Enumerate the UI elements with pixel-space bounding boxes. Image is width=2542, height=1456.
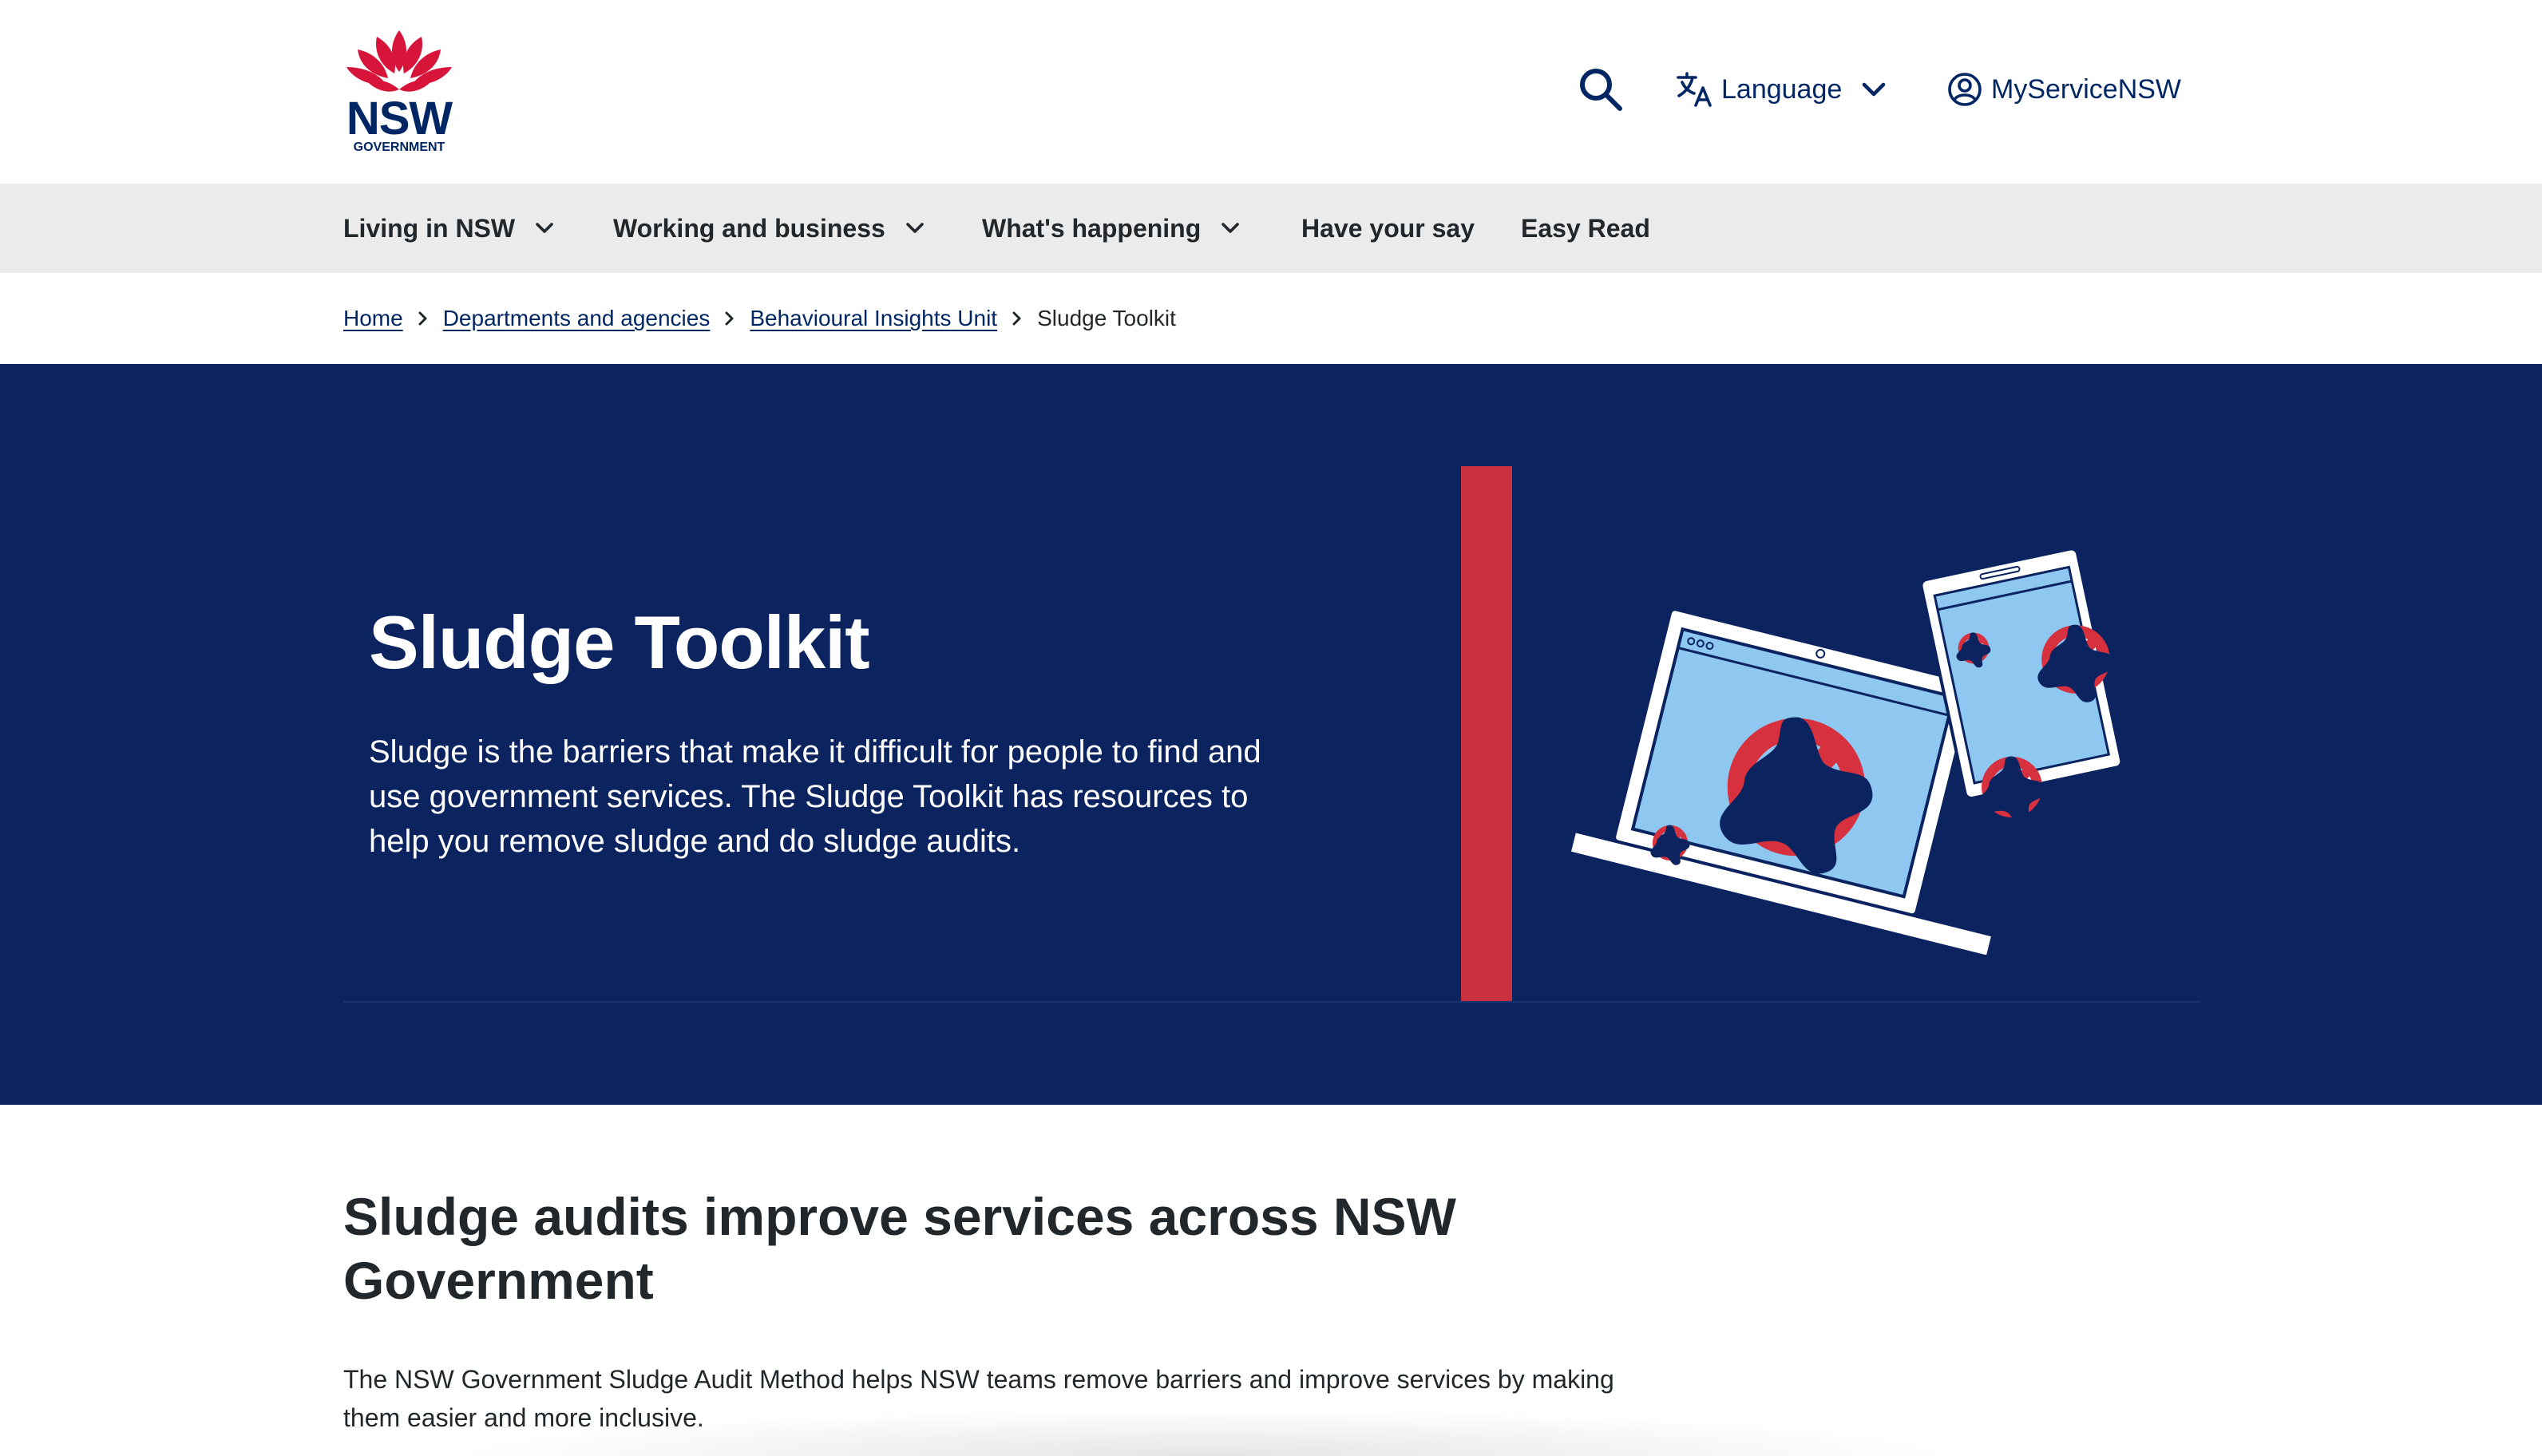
main-content: Sludge audits improve services across NS… [0,1105,2542,1456]
waratah-icon [346,30,452,92]
search-button[interactable] [1574,64,1627,115]
nav-item-label: What's happening [982,213,1202,243]
nav-item-label: Have your say [1301,213,1475,243]
primary-navigation: Living in NSW Working and business What'… [0,184,2542,273]
hero-intro: Sludge is the barriers that make it diff… [369,734,1261,859]
translate-icon [1677,72,1712,107]
nav-item-whats-happening[interactable]: What's happening [982,184,1242,273]
nsw-government-logo[interactable]: NSW GOVERNMENT [342,27,457,155]
chevron-down-icon [1222,223,1240,233]
myservicensw-link[interactable]: MyServiceNSW [1946,64,2181,115]
chevron-right-icon [721,310,738,327]
breadcrumb: Home Departments and agencies Behavioura… [0,273,2542,364]
breadcrumb-current: Sludge Toolkit [1037,306,1176,330]
nav-item-living-in-nsw[interactable]: Living in NSW [343,184,556,273]
user-account-icon [1948,73,1982,106]
sludge-blocked-devices-illustration [1567,547,2124,955]
breadcrumb-departments-and-agencies[interactable]: Departments and agencies [443,306,711,331]
search-icon [1580,69,1622,111]
chevron-right-icon [414,310,432,327]
chevron-down-icon [1863,82,1886,97]
nav-item-label: Living in NSW [343,213,516,243]
chevron-down-icon [536,223,553,233]
card-shadow [447,1408,1964,1456]
hero-accent-bar [1461,466,1512,1001]
hero-divider [343,1001,2200,1003]
nav-item-working-and-business[interactable]: Working and business [613,184,927,273]
logo-subtext: GOVERNMENT [353,140,445,154]
breadcrumb-home[interactable]: Home [343,306,403,331]
nav-item-easy-read[interactable]: Easy Read [1521,184,1650,273]
account-label: MyServiceNSW [1991,73,2182,105]
hero-banner: Sludge Toolkit Sludge is the barriers th… [0,364,2542,1105]
nav-item-have-your-say[interactable]: Have your say [1301,184,1475,273]
language-label: Language [1721,73,1843,105]
logo-wordmark: NSW [346,93,453,144]
chevron-right-icon [1008,310,1026,327]
breadcrumb-behavioural-insights-unit[interactable]: Behavioural Insights Unit [750,306,997,331]
language-selector[interactable]: Language [1675,64,1888,115]
section-heading: Sludge audits improve services across NS… [343,1187,1456,1310]
nav-item-label: Working and business [613,213,885,243]
page-title: Sludge Toolkit [369,600,870,684]
nav-item-label: Easy Read [1521,213,1650,243]
chevron-down-icon [905,223,924,233]
masthead: NSW GOVERNMENT Language MyServiceNSW [0,0,2542,184]
